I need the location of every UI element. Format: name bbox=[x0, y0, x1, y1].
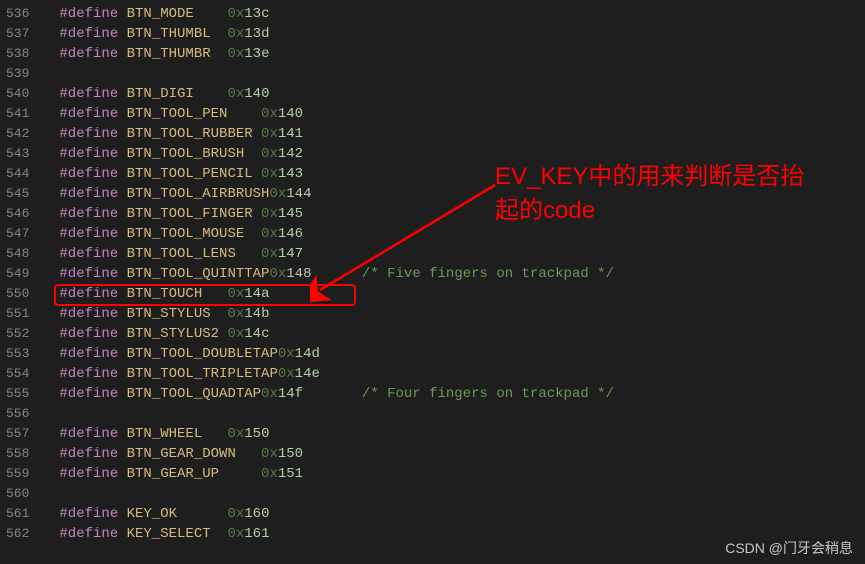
code-line: #define KEY_OK 0x160 bbox=[59, 504, 865, 524]
code-line: #define BTN_WHEEL 0x150 bbox=[59, 424, 865, 444]
code-line: #define BTN_DIGI 0x140 bbox=[59, 84, 865, 104]
line-number: 541 bbox=[6, 104, 29, 124]
line-number: 542 bbox=[6, 124, 29, 144]
code-content[interactable]: #define BTN_MODE 0x13c#define BTN_THUMBL… bbox=[47, 0, 865, 564]
line-number: 547 bbox=[6, 224, 29, 244]
line-number: 544 bbox=[6, 164, 29, 184]
line-number: 537 bbox=[6, 24, 29, 44]
annotation-line2: 起的code bbox=[495, 194, 804, 228]
line-number: 553 bbox=[6, 344, 29, 364]
line-number: 559 bbox=[6, 464, 29, 484]
code-line: #define BTN_THUMBL 0x13d bbox=[59, 24, 865, 44]
line-number: 543 bbox=[6, 144, 29, 164]
line-number: 562 bbox=[6, 524, 29, 544]
code-line: #define BTN_THUMBR 0x13e bbox=[59, 44, 865, 64]
line-number: 561 bbox=[6, 504, 29, 524]
line-number: 560 bbox=[6, 484, 29, 504]
code-line: #define BTN_TOOL_QUINTTAP0x148 /* Five f… bbox=[59, 264, 865, 284]
code-line: #define BTN_STYLUS 0x14b bbox=[59, 304, 865, 324]
annotation-text: EV_KEY中的用来判断是否抬 起的code bbox=[495, 160, 804, 228]
annotation-line1: EV_KEY中的用来判断是否抬 bbox=[495, 160, 804, 194]
code-line: #define BTN_TOUCH 0x14a bbox=[59, 284, 865, 304]
line-number: 549 bbox=[6, 264, 29, 284]
line-number: 538 bbox=[6, 44, 29, 64]
csdn-watermark: CSDN @门牙会稍息 bbox=[725, 538, 853, 558]
line-number: 548 bbox=[6, 244, 29, 264]
code-line: #define BTN_MODE 0x13c bbox=[59, 4, 865, 24]
code-line: #define BTN_TOOL_DOUBLETAP0x14d bbox=[59, 344, 865, 364]
line-number: 550 bbox=[6, 284, 29, 304]
line-number: 558 bbox=[6, 444, 29, 464]
line-number: 546 bbox=[6, 204, 29, 224]
code-line bbox=[59, 404, 865, 424]
line-number: 555 bbox=[6, 384, 29, 404]
code-line: #define BTN_GEAR_UP 0x151 bbox=[59, 464, 865, 484]
line-number: 545 bbox=[6, 184, 29, 204]
line-number: 536 bbox=[6, 4, 29, 24]
line-number: 556 bbox=[6, 404, 29, 424]
line-number: 552 bbox=[6, 324, 29, 344]
code-line: #define BTN_TOOL_PEN 0x140 bbox=[59, 104, 865, 124]
code-line: #define BTN_GEAR_DOWN 0x150 bbox=[59, 444, 865, 464]
line-number: 539 bbox=[6, 64, 29, 84]
code-line: #define BTN_TOOL_LENS 0x147 bbox=[59, 244, 865, 264]
code-line bbox=[59, 64, 865, 84]
line-number: 551 bbox=[6, 304, 29, 324]
code-line: #define BTN_TOOL_RUBBER 0x141 bbox=[59, 124, 865, 144]
code-line: #define BTN_TOOL_TRIPLETAP0x14e bbox=[59, 364, 865, 384]
line-number: 540 bbox=[6, 84, 29, 104]
line-number: 554 bbox=[6, 364, 29, 384]
line-number-gutter: 5365375385395405415425435445455465475485… bbox=[0, 0, 47, 564]
code-editor: 5365375385395405415425435445455465475485… bbox=[0, 0, 865, 564]
code-line: #define BTN_STYLUS2 0x14c bbox=[59, 324, 865, 344]
code-line: #define BTN_TOOL_QUADTAP0x14f /* Four fi… bbox=[59, 384, 865, 404]
code-line bbox=[59, 484, 865, 504]
line-number: 557 bbox=[6, 424, 29, 444]
